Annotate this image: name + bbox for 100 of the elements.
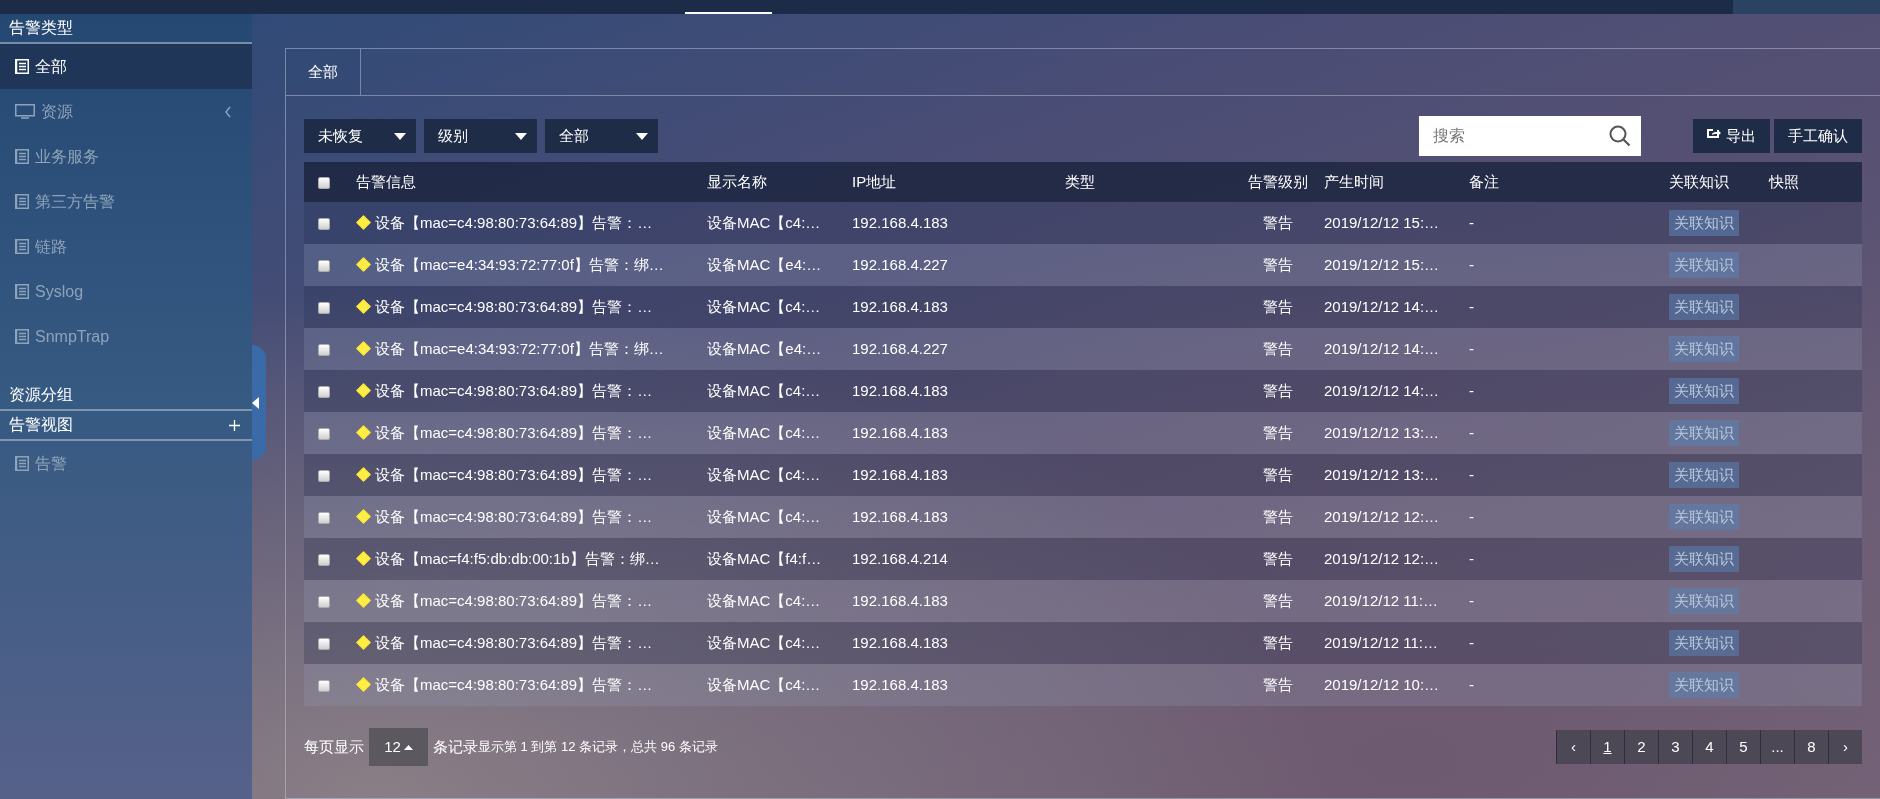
warning-diamond-icon [356,592,371,608]
page-button[interactable]: 5 [1726,730,1760,764]
monitor-icon [15,104,35,119]
checkbox[interactable] [318,679,330,692]
checkbox[interactable] [318,595,330,608]
checkbox[interactable] [318,259,330,272]
knowledge-button[interactable]: 关联知识 [1669,293,1739,321]
table-cell: - [1469,255,1474,273]
add-icon[interactable] [229,419,240,431]
page-button[interactable]: › [1828,730,1862,764]
knowledge-button[interactable]: 关联知识 [1669,587,1739,615]
table-cell: 192.168.4.183 [852,423,948,441]
sidebar-item[interactable]: 第三方告警 [0,179,252,224]
list-icon [15,149,29,164]
page-button[interactable]: 1 [1590,730,1624,764]
table-cell: 192.168.4.183 [852,381,948,399]
table-cell: 警告 [1262,633,1293,651]
sidebar-item[interactable]: 业务服务 [0,134,252,179]
sidebar-item[interactable]: 告警 [0,441,252,486]
table-cell: 设备MAC【c4:… [707,423,821,441]
page-button[interactable]: ‹ [1556,730,1590,764]
table-cell: - [1469,549,1474,567]
sidebar-item[interactable]: Syslog [0,269,252,314]
table-cell: 192.168.4.183 [852,675,948,693]
knowledge-button[interactable]: 关联知识 [1669,629,1739,657]
checkbox[interactable] [318,385,330,398]
table-cell: 192.168.4.183 [852,507,948,525]
filter-dropdown[interactable]: 未恢复 [304,119,416,153]
page-size-label: 每页显示 [304,736,364,757]
checkbox[interactable] [318,553,330,566]
page-button[interactable]: 2 [1624,730,1658,764]
table-cell: 2019/12/12 11:… [1324,633,1438,651]
sidebar-item[interactable]: 资源 [0,89,252,134]
checkbox[interactable] [318,217,330,230]
table-cell: 192.168.4.214 [852,549,948,567]
filter-dropdown[interactable]: 级别 [424,119,537,153]
knowledge-button[interactable]: 关联知识 [1669,335,1739,363]
toolbar-button[interactable]: 手工确认 [1774,119,1862,153]
knowledge-button[interactable]: 关联知识 [1669,461,1739,489]
table-cell: - [1469,339,1474,357]
column-header: 告警级别 [1247,172,1308,190]
table-cell: 警告 [1262,423,1293,441]
checkbox[interactable] [318,637,330,650]
table-cell: 设备MAC【f4:f… [707,549,822,567]
table-cell: 2019/12/12 13:… [1324,423,1440,441]
table-cell: 设备【mac=c4:98:80:73:64:89】告警：… [375,507,653,525]
knowledge-button[interactable]: 关联知识 [1669,545,1739,573]
checkbox[interactable] [318,343,330,356]
checkbox[interactable] [318,301,330,314]
list-icon [15,59,29,74]
page-button[interactable]: ... [1760,730,1794,764]
knowledge-button[interactable]: 关联知识 [1669,377,1739,405]
list-icon [15,329,29,344]
table-cell: 设备【mac=e4:34:93:72:77:0f】告警：绑… [375,255,664,273]
column-header: 告警信息 [356,172,416,190]
checkbox[interactable] [318,176,330,189]
table-cell: 2019/12/12 12:… [1324,507,1440,525]
list-icon [15,284,29,299]
sidebar-item[interactable]: 全部 [0,44,252,89]
table-cell: 设备MAC【c4:… [707,465,821,483]
caret-icon [515,132,527,140]
knowledge-button[interactable]: 关联知识 [1669,671,1739,699]
search-field[interactable]: 搜索 [1419,116,1641,156]
column-header: 类型 [1065,172,1095,190]
column-header: 备注 [1469,172,1499,190]
sidebar-item[interactable]: 链路 [0,224,252,269]
knowledge-button[interactable]: 关联知识 [1669,503,1739,531]
checkbox[interactable] [318,511,330,524]
table-cell: 设备【mac=c4:98:80:73:64:89】告警：… [375,213,653,231]
warning-diamond-icon [356,340,371,356]
collapse-handle[interactable] [252,345,266,460]
checkbox[interactable] [318,469,330,482]
table-cell: - [1469,465,1474,483]
knowledge-button[interactable]: 关联知识 [1669,251,1739,279]
toolbar-button[interactable]: 导出 [1693,119,1770,153]
table-cell: 警告 [1262,339,1293,357]
table-cell: 设备【mac=c4:98:80:73:64:89】告警：… [375,675,653,693]
table-cell: 2019/12/12 12:… [1324,549,1440,567]
knowledge-button[interactable]: 关联知识 [1669,419,1739,447]
page-button[interactable]: 3 [1658,730,1692,764]
page-button[interactable]: 4 [1692,730,1726,764]
table-cell: 设备MAC【c4:… [707,507,821,525]
sidebar-item[interactable]: SnmpTrap [0,314,252,359]
page-button[interactable]: 8 [1794,730,1828,764]
table-cell: 设备【mac=c4:98:80:73:64:89】告警：… [375,423,653,441]
knowledge-button[interactable]: 关联知识 [1669,209,1739,237]
table-cell: 2019/12/12 15:… [1324,255,1440,273]
table-cell: - [1469,633,1474,651]
warning-diamond-icon [356,550,371,566]
table-cell: 警告 [1262,213,1293,231]
table-cell: 192.168.4.227 [852,255,948,273]
warning-diamond-icon [356,298,371,314]
table-cell: 警告 [1262,255,1293,273]
table-cell: - [1469,297,1474,315]
checkbox[interactable] [318,427,330,440]
filter-dropdown[interactable]: 全部 [545,119,658,153]
page-size-dropdown[interactable]: 12 [369,728,428,766]
table-cell: - [1469,381,1474,399]
table-cell: 设备MAC【c4:… [707,213,821,231]
column-header: 产生时间 [1324,172,1384,190]
